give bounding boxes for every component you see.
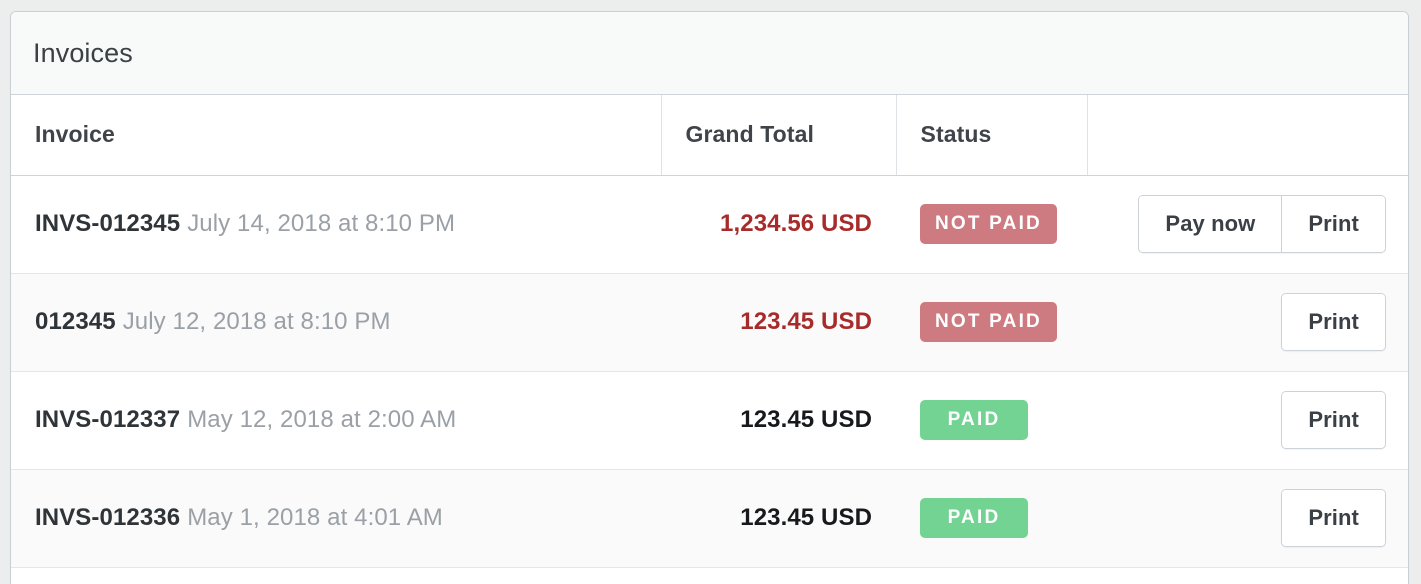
status-cell: PAID [896,469,1087,568]
invoice-date: May 12, 2018 at 2:00 AM [187,406,457,433]
table-row: Print [11,567,1408,584]
status-badge: NOT PAID [920,204,1057,244]
invoice-date: July 14, 2018 at 8:10 PM [187,210,456,237]
invoice-cell: 012345 July 12, 2018 at 8:10 PM [11,273,661,372]
page-title: Invoices [33,37,133,68]
column-header-invoice[interactable]: Invoice [11,95,662,176]
invoices-page: Invoices Invoice Grand Total Status INVS… [0,0,1421,584]
invoice-number[interactable]: INVS-012336 [35,504,180,531]
invoice-number[interactable]: INVS-012345 [35,210,180,237]
grand-total-cell: 123.45 USD [661,371,896,470]
table-row: INVS-012336 May 1, 2018 at 4:01 AM 123.45 … [11,469,1408,568]
table-row: INVS-012345 July 14, 2018 at 8:10 PM 1,234… [11,175,1408,274]
column-header-grand-total[interactable]: Grand Total [661,95,897,176]
invoices-card: Invoices Invoice Grand Total Status INVS… [10,11,1409,584]
print-button[interactable]: Print [1282,392,1385,448]
table-row: INVS-012337 May 12, 2018 at 2:00 AM 123.45… [11,371,1408,470]
invoice-cell [11,567,661,584]
invoices-table: Invoice Grand Total Status INVS-012345 Ju… [11,95,1408,584]
invoice-number[interactable]: 012345 [35,308,116,335]
table-head: Invoice Grand Total Status [11,95,1408,176]
column-header-status[interactable]: Status [896,95,1088,176]
invoice-cell: INVS-012345 July 14, 2018 at 8:10 PM [11,175,661,274]
grand-total-cell [661,567,896,584]
grand-total-amount: 123.45 USD [740,504,872,531]
grand-total-cell: 123.45 USD [661,469,896,568]
status-cell [896,567,1087,584]
grand-total-cell: 123.45 USD [661,273,896,372]
print-button[interactable]: Print [1282,294,1385,350]
table-row: 012345 July 12, 2018 at 8:10 PM 123.45 USD… [11,273,1408,372]
status-cell: PAID [896,371,1087,470]
table-body: INVS-012345 July 14, 2018 at 8:10 PM 1,234… [11,175,1408,584]
actions-cell: Print [1087,371,1408,470]
grand-total-amount: 123.45 USD [740,308,872,335]
status-badge: PAID [920,400,1028,440]
grand-total-amount: 123.45 USD [740,406,872,433]
print-button[interactable]: Print [1281,196,1385,252]
print-button[interactable]: Print [1282,490,1385,546]
action-button-group: Print [1281,293,1386,351]
pay-now-button[interactable]: Pay now [1139,196,1282,252]
action-button-group: Print [1281,391,1386,449]
invoice-cell: INVS-012337 May 12, 2018 at 2:00 AM [11,371,661,470]
invoice-date: July 12, 2018 at 8:10 PM [122,308,391,335]
actions-cell: Print [1087,469,1408,568]
invoice-number[interactable]: INVS-012337 [35,406,180,433]
status-cell: NOT PAID [896,273,1087,372]
action-button-group: Print [1281,489,1386,547]
grand-total-cell: 1,234.56 USD [661,175,896,274]
actions-cell: Print [1087,567,1408,584]
status-cell: NOT PAID [896,175,1087,274]
status-badge: PAID [920,498,1028,538]
status-badge: NOT PAID [920,302,1057,342]
action-button-group: Pay now Print [1138,195,1386,253]
invoice-date: May 1, 2018 at 4:01 AM [187,504,443,531]
card-header: Invoices [11,12,1408,95]
column-header-actions [1087,95,1408,176]
actions-cell: Pay now Print [1087,175,1408,274]
actions-cell: Print [1087,273,1408,372]
invoice-cell: INVS-012336 May 1, 2018 at 4:01 AM [11,469,661,568]
table-header-row: Invoice Grand Total Status [11,95,1408,176]
grand-total-amount: 1,234.56 USD [720,210,872,237]
